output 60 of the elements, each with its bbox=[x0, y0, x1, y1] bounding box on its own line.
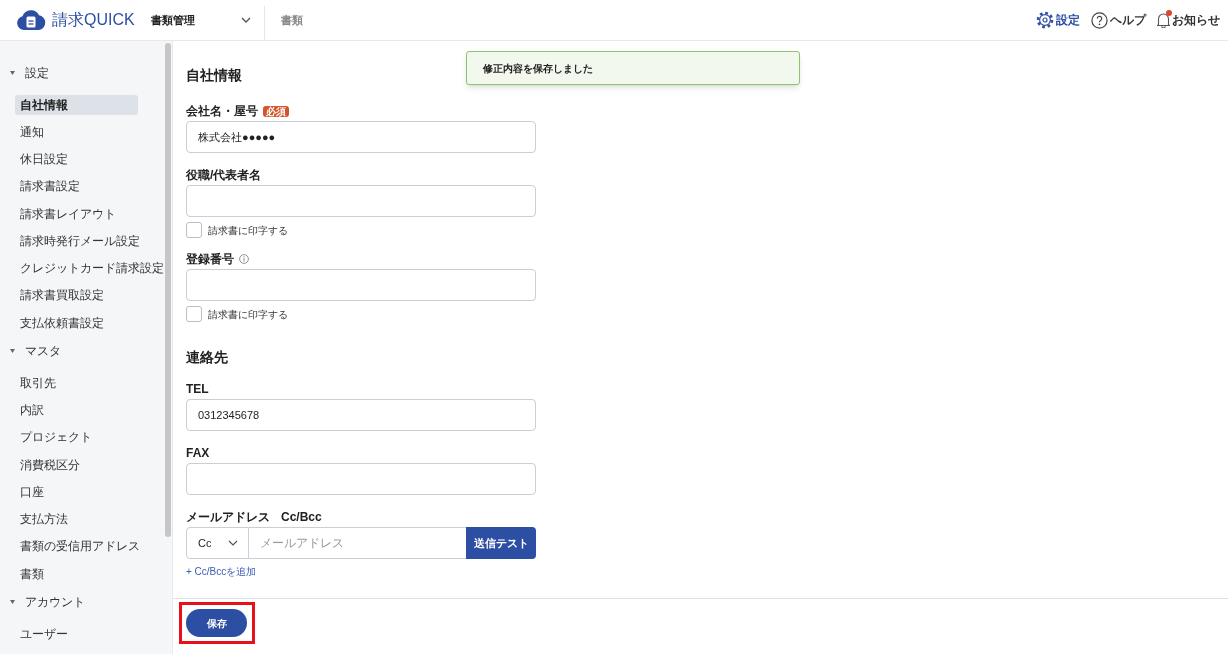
sidebar-item[interactable]: 自社情報 bbox=[15, 94, 138, 115]
settings-button[interactable]: 設定 bbox=[1036, 11, 1080, 29]
sidebar-item[interactable]: プロジェクト bbox=[15, 427, 138, 448]
checkbox-label[interactable]: 請求書に印字する bbox=[208, 222, 288, 238]
sidebar-item[interactable]: 消費税区分 bbox=[15, 454, 138, 475]
chevron-down-icon bbox=[240, 17, 251, 23]
sidebar-item[interactable]: クレジットカード請求設定 bbox=[15, 258, 163, 279]
email-input[interactable]: メールアドレス bbox=[249, 527, 466, 559]
text-input[interactable]: 0312345678 bbox=[186, 399, 536, 431]
sidebar-item[interactable]: 支払方法 bbox=[15, 509, 138, 530]
field-label: FAX bbox=[186, 446, 210, 460]
text-input[interactable] bbox=[186, 463, 536, 495]
sidebar-item[interactable]: 書類 bbox=[15, 563, 138, 584]
info-icon[interactable] bbox=[239, 254, 249, 264]
sidebar-item[interactable]: ユーザー bbox=[15, 623, 138, 644]
sidebar-item[interactable]: 内訳 bbox=[15, 400, 138, 421]
text-input[interactable] bbox=[186, 185, 536, 217]
section-title: 連絡先 bbox=[186, 348, 228, 367]
sidebar-item[interactable]: 口座 bbox=[15, 481, 138, 502]
section-title: 自社情報 bbox=[186, 66, 242, 85]
sidebar-item[interactable]: 請求時発行メール設定 bbox=[15, 230, 142, 251]
field-label: 会社名・屋号 bbox=[186, 104, 258, 118]
sidebar-item[interactable]: 請求書買取設定 bbox=[15, 285, 138, 306]
text-input[interactable] bbox=[186, 269, 536, 301]
cc-select[interactable]: Cc bbox=[186, 527, 249, 559]
sidebar-item[interactable]: 取引先 bbox=[15, 372, 138, 393]
help-icon bbox=[1091, 11, 1108, 29]
sidebar-group-header[interactable]: マスタ bbox=[0, 336, 163, 367]
field-label: 登録番号 bbox=[186, 252, 234, 266]
module-select[interactable]: 書類管理 bbox=[150, 8, 251, 32]
scrollbar-thumb[interactable] bbox=[165, 43, 171, 537]
field-label: 役職/代表者名 bbox=[186, 168, 262, 182]
bell-icon bbox=[1157, 12, 1170, 28]
checkbox-label[interactable]: 請求書に印字する bbox=[208, 306, 288, 322]
chevron-down-icon bbox=[228, 540, 238, 546]
field-label: メールアドレス bbox=[186, 510, 270, 524]
sidebar-group-header[interactable]: アカウント bbox=[0, 587, 163, 618]
settings-icon bbox=[1036, 11, 1054, 29]
checkbox[interactable] bbox=[186, 306, 202, 322]
sidebar-item[interactable]: 請求書設定 bbox=[15, 176, 138, 197]
toast-message: 修正内容を保存しました bbox=[466, 51, 800, 85]
sidebar-item[interactable]: 書類の受信用アドレス bbox=[15, 536, 142, 557]
sidebar-item[interactable]: 通知 bbox=[15, 121, 138, 142]
required-badge: 必須 bbox=[263, 105, 289, 117]
sidebar-item[interactable]: 請求書レイアウト bbox=[15, 203, 138, 224]
save-button[interactable]: 保存 bbox=[186, 609, 247, 637]
sidebar-item[interactable]: 支払依頼書設定 bbox=[15, 312, 138, 333]
cloud-logo-icon bbox=[16, 10, 46, 30]
breadcrumb-text: 書類 bbox=[280, 12, 303, 28]
logo-text: 請求QUICK bbox=[52, 10, 135, 30]
add-cc-link[interactable]: + Cc/Bccを追加 bbox=[186, 565, 257, 579]
sidebar-item[interactable]: 休日設定 bbox=[15, 149, 138, 170]
field-label: TEL bbox=[186, 382, 209, 396]
notifications-button[interactable]: お知らせ bbox=[1157, 11, 1220, 29]
help-button[interactable]: ヘルプ bbox=[1091, 11, 1146, 29]
sidebar-group-header[interactable]: 設定 bbox=[0, 58, 163, 88]
send-test-button[interactable]: 送信テスト bbox=[466, 527, 536, 559]
text-input[interactable]: 株式会社●●●●● bbox=[186, 121, 536, 153]
checkbox[interactable] bbox=[186, 222, 202, 238]
field-sublabel: Cc/Bcc bbox=[281, 510, 322, 524]
